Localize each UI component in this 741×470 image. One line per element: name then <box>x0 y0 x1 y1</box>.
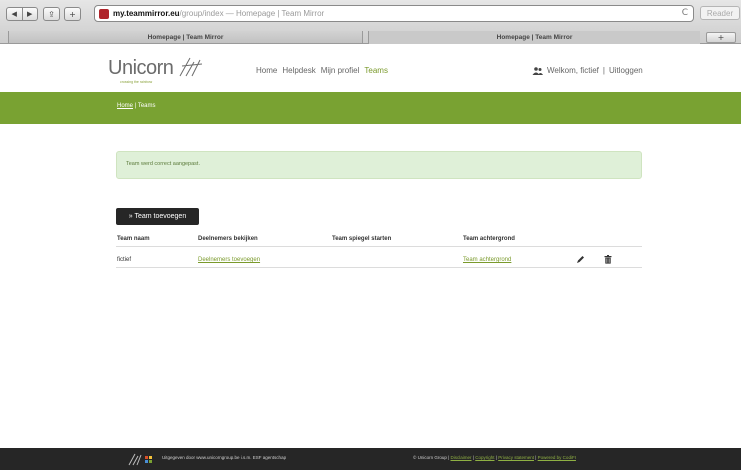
table-row-divider <box>116 267 642 268</box>
url-text: my.teammirror.eu/group/index — Homepage … <box>113 8 324 20</box>
welcome-text: Welkom, fictief <box>547 66 599 75</box>
footer-separator: | <box>535 455 537 460</box>
footer-link-privacy[interactable]: Privacy statement <box>498 455 534 460</box>
add-bookmark-button[interactable]: + <box>64 7 81 21</box>
history-nav: ◀ ▶ <box>6 7 38 21</box>
breadcrumb-bar: Home | Teams <box>0 92 741 124</box>
column-header-team-naam: Team naam <box>117 236 150 242</box>
url-path: /group/index — Homepage | Team Mirror <box>179 9 325 18</box>
footer-copyright: © Unicorn Group | <box>413 455 450 460</box>
tab-active[interactable]: Homepage | Team Mirror <box>8 31 363 44</box>
add-team-button[interactable]: » Team toevoegen <box>116 208 199 225</box>
site-favicon-icon <box>99 9 109 19</box>
browser-chrome: ◀ ▶ ⇪ + my.teammirror.eu/group/index — H… <box>0 0 741 44</box>
column-header-deelnemers: Deelnemers bekijken <box>198 236 258 242</box>
column-header-achtergrond: Team achtergrond <box>463 236 515 242</box>
user-area: Welkom, fictief | Uitloggen <box>532 66 643 75</box>
new-tab-button[interactable]: + <box>706 32 736 43</box>
nav-home[interactable]: Home <box>256 66 277 75</box>
logout-link[interactable]: Uitloggen <box>609 66 643 75</box>
address-bar[interactable]: my.teammirror.eu/group/index — Homepage … <box>94 5 694 22</box>
footer-link-disclaimer[interactable]: Disclaimer <box>451 455 472 460</box>
footer-publisher-text: Uitgegeven door www.unicorngroup.be i.s.… <box>162 455 287 460</box>
footer-separator: | <box>495 455 497 460</box>
edit-pencil-icon[interactable] <box>576 255 585 264</box>
unicorn-logo-icon <box>179 57 203 77</box>
footer-link-copyright[interactable]: Copyright <box>475 455 494 460</box>
logo-text: Unicorn <box>108 57 174 79</box>
back-button[interactable]: ◀ <box>7 8 22 20</box>
nav-helpdesk[interactable]: Helpdesk <box>282 66 315 75</box>
url-domain: my.teammirror.eu <box>113 9 180 18</box>
footer-logo-icon <box>128 453 152 466</box>
main-nav: Home Helpdesk Mijn profiel Teams <box>256 66 388 75</box>
user-separator: | <box>602 66 605 75</box>
share-button[interactable]: ⇪ <box>43 7 60 21</box>
breadcrumb-home[interactable]: Home <box>117 103 133 109</box>
footer-links: © Unicorn Group | Disclaimer | Copyright… <box>413 455 576 460</box>
breadcrumb-separator: | <box>134 103 137 109</box>
team-background-link[interactable]: Team achtergrond <box>463 257 511 263</box>
delete-trash-icon[interactable] <box>604 255 612 264</box>
tab-inactive[interactable]: Homepage | Team Mirror <box>368 31 700 44</box>
users-icon <box>532 66 543 75</box>
nav-teams[interactable]: Teams <box>364 66 388 75</box>
unicorn-logo[interactable]: Unicorn crossing the rainbow <box>108 57 203 88</box>
reload-icon[interactable]: C <box>682 8 688 18</box>
page: ◀ ▶ ⇪ + my.teammirror.eu/group/index — H… <box>0 0 741 470</box>
tab-bar: Homepage | Team Mirror Homepage | Team M… <box>0 31 741 44</box>
footer-separator: | <box>472 455 474 460</box>
breadcrumb: Home | Teams <box>117 103 155 109</box>
nav-mijn-profiel[interactable]: Mijn profiel <box>321 66 360 75</box>
logo-tagline: crossing the rainbow <box>120 80 153 84</box>
breadcrumb-current: Teams <box>137 103 156 109</box>
site-header: Unicorn crossing the rainbow Home Helpde… <box>0 44 741 92</box>
cell-team-name: fictief <box>117 257 132 263</box>
reader-button[interactable]: Reader <box>700 6 740 20</box>
success-alert: Team werd correct aangepast. <box>116 151 642 179</box>
forward-button[interactable]: ▶ <box>21 8 38 20</box>
participants-link[interactable]: Deelnemers toevoegen <box>198 257 260 263</box>
table-header-divider <box>116 246 642 247</box>
column-header-team-spiegel: Team spiegel starten <box>332 236 392 242</box>
site-footer: Uitgegeven door www.unicorngroup.be i.s.… <box>0 448 741 470</box>
footer-link-powered-by[interactable]: Powered by CodiFI <box>538 455 576 460</box>
browser-toolbar: ◀ ▶ ⇪ + my.teammirror.eu/group/index — H… <box>0 0 741 31</box>
alert-message: Team werd correct aangepast. <box>126 161 200 167</box>
